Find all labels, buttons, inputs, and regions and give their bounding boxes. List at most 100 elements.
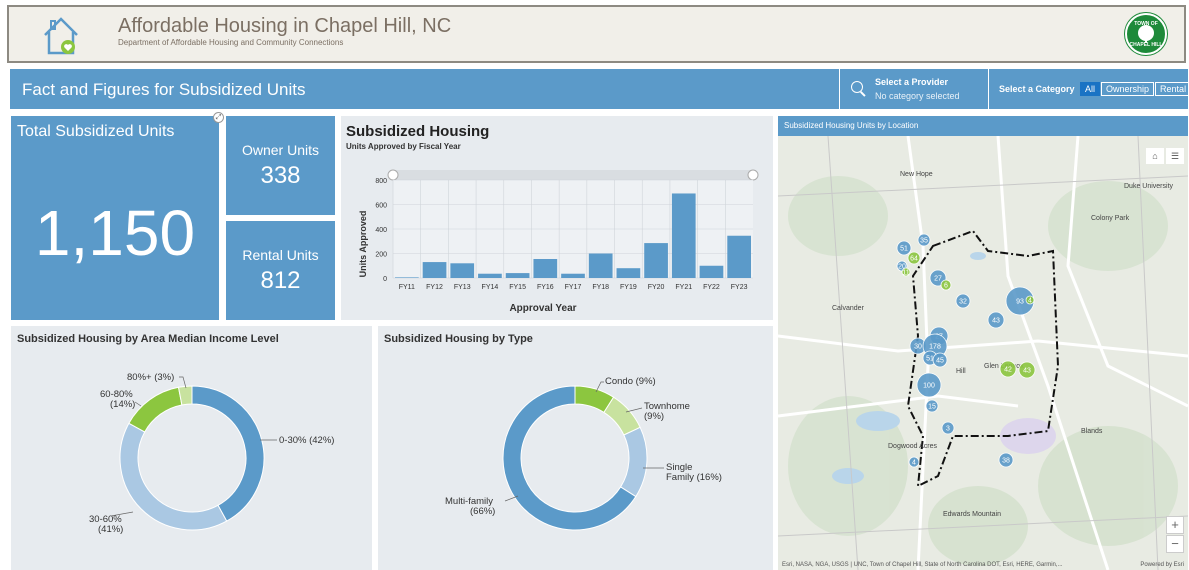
home-icon[interactable]: ⌂ xyxy=(1146,148,1164,164)
map-place-hill: Hill xyxy=(956,368,966,375)
map-place-duke-university: Duke University xyxy=(1124,183,1174,190)
range-slider-track[interactable] xyxy=(393,170,755,180)
map-cluster-count: 64 xyxy=(910,256,918,263)
bar-fy18[interactable] xyxy=(588,253,613,279)
x-tick-label: FY18 xyxy=(592,284,609,291)
x-tick-label: FY19 xyxy=(620,284,637,291)
total-units-value: 1,150 xyxy=(34,197,196,269)
map-place-blands: Blands xyxy=(1081,428,1103,435)
slice-60-80-[interactable] xyxy=(128,386,183,433)
map-cluster-count: 35 xyxy=(920,238,928,245)
y-tick-label: 600 xyxy=(375,203,387,210)
x-tick-label: FY11 xyxy=(399,284,415,291)
y-tick-label: 200 xyxy=(375,252,387,259)
basemap[interactable]: New Hope Duke University Colony Park Cal… xyxy=(778,136,1188,570)
map-place-edwards-mountain: Edwards Mountain xyxy=(943,511,1001,518)
map-cluster-count: 42 xyxy=(1004,367,1012,374)
bar-fy22[interactable] xyxy=(699,265,724,278)
provider-selector[interactable]: Select a Provider No category selected xyxy=(839,69,989,109)
powered-by-esri: Powered by Esri xyxy=(1140,562,1184,568)
map-cluster-count: 43 xyxy=(1023,368,1031,375)
total-units-tile: Total Subsidized Units 1,150 ⤢ xyxy=(11,112,224,320)
rental-units-label: Rental Units xyxy=(242,247,319,263)
bar-fy20[interactable] xyxy=(644,243,668,278)
map-cluster-count: 100 xyxy=(923,383,935,390)
owner-units-value: 338 xyxy=(260,162,301,189)
map-cluster-count: 27 xyxy=(934,276,942,283)
category-ownership-button[interactable]: Ownership xyxy=(1101,82,1155,96)
ami-label-0-30: 0-30% (42%) xyxy=(279,435,334,446)
x-tick-label: FY14 xyxy=(482,284,499,291)
x-tick-label: FY21 xyxy=(675,284,692,291)
slice-0-30-[interactable] xyxy=(191,385,265,522)
provider-label: Select a Provider xyxy=(875,77,949,87)
expand-icon[interactable]: ⤢ xyxy=(213,112,224,123)
map-cluster-count: 43 xyxy=(992,318,1000,325)
zoom-in-button[interactable]: + xyxy=(1166,516,1184,534)
type-label-multi-family-pct: (66%) xyxy=(470,506,495,517)
map-cluster-count: 11 xyxy=(902,270,909,277)
y-tick-label: 0 xyxy=(383,276,387,283)
ami-label-80-plus: 80%+ (3%) xyxy=(127,372,174,383)
range-slider-start-handle[interactable] xyxy=(387,169,399,181)
map-cluster-count: 45 xyxy=(936,358,944,365)
map-place-new-hope: New Hope xyxy=(900,171,933,178)
map-cluster-count: 178 xyxy=(929,344,941,351)
type-label-single-family-pct: Family (16%) xyxy=(666,472,722,483)
x-tick-label: FY13 xyxy=(454,284,471,291)
layer-list-icon[interactable]: ☰ xyxy=(1166,148,1184,164)
ami-label-30-60-pct: (41%) xyxy=(98,524,123,535)
provider-value: No category selected xyxy=(875,91,960,101)
x-tick-label: FY16 xyxy=(537,284,554,291)
bar-fy12[interactable] xyxy=(422,262,447,278)
bar-fy13[interactable] xyxy=(450,263,475,278)
y-tick-label: 800 xyxy=(375,178,387,185)
ami-label-60-80-pct: (14%) xyxy=(110,399,135,410)
slice-single-family[interactable] xyxy=(619,426,648,498)
app-title: Affordable Housing in Chapel Hill, NC xyxy=(118,15,452,37)
map-place-dogwood-acres: Dogwood Acres xyxy=(888,443,938,450)
bar-chart-panel: Subsidized Housing Units Approved by Fis… xyxy=(341,116,773,320)
bar-fy17[interactable] xyxy=(561,273,585,278)
map-cluster-count: 51 xyxy=(900,246,908,253)
map-cluster-count: 93 xyxy=(1016,299,1024,306)
category-label: Select a Category xyxy=(999,84,1075,94)
bar-fy11[interactable] xyxy=(395,277,419,278)
range-slider-end-handle[interactable] xyxy=(747,169,759,181)
bar-fy14[interactable] xyxy=(478,273,502,278)
owner-units-tile: Owner Units 338 xyxy=(226,116,335,215)
map-cluster-count: 15 xyxy=(928,404,936,411)
location-map[interactable]: Subsidized Housing Units by Location New… xyxy=(778,116,1188,570)
x-tick-label: FY12 xyxy=(426,284,443,291)
map-cluster-count: 4 xyxy=(1028,298,1032,305)
bar-fy16[interactable] xyxy=(533,259,558,278)
x-tick-label: FY23 xyxy=(731,284,748,291)
bar-fy23[interactable] xyxy=(727,235,751,278)
y-tick-label: 400 xyxy=(375,227,387,234)
ami-donut-panel: Subsidized Housing by Area Median Income… xyxy=(11,326,372,570)
page-title: Fact and Figures for Subsidized Units xyxy=(22,80,306,99)
category-toggle: All Ownership Rental xyxy=(1080,82,1189,96)
bar-fy21[interactable] xyxy=(671,193,696,278)
owner-units-label: Owner Units xyxy=(241,142,320,158)
app-subtitle: Department of Affordable Housing and Com… xyxy=(118,38,344,47)
total-units-label: Total Subsidized Units xyxy=(17,123,175,140)
town-seal-logo: TOWN OF CHAPEL HILL xyxy=(1125,13,1167,55)
rental-units-value: 812 xyxy=(260,267,301,294)
bar-fy15[interactable] xyxy=(505,273,530,278)
category-rental-button[interactable]: Rental xyxy=(1155,82,1189,96)
filter-bar: Fact and Figures for Subsidized Units Se… xyxy=(10,69,1189,109)
tree-icon xyxy=(1138,25,1154,43)
zoom-out-button[interactable]: − xyxy=(1166,535,1184,553)
x-tick-label: FY17 xyxy=(565,284,582,291)
category-all-button[interactable]: All xyxy=(1080,82,1101,96)
slice-30-60-[interactable] xyxy=(119,422,228,531)
search-icon xyxy=(851,81,863,93)
map-cluster-count: 32 xyxy=(959,299,967,306)
map-cluster-count: 38 xyxy=(1002,458,1010,465)
map-cluster-count: 30 xyxy=(914,344,922,351)
rental-units-tile: Rental Units 812 xyxy=(226,221,335,320)
map-cluster-count: 6 xyxy=(944,283,948,290)
house-heart-icon xyxy=(44,17,78,55)
bar-fy19[interactable] xyxy=(616,268,641,278)
